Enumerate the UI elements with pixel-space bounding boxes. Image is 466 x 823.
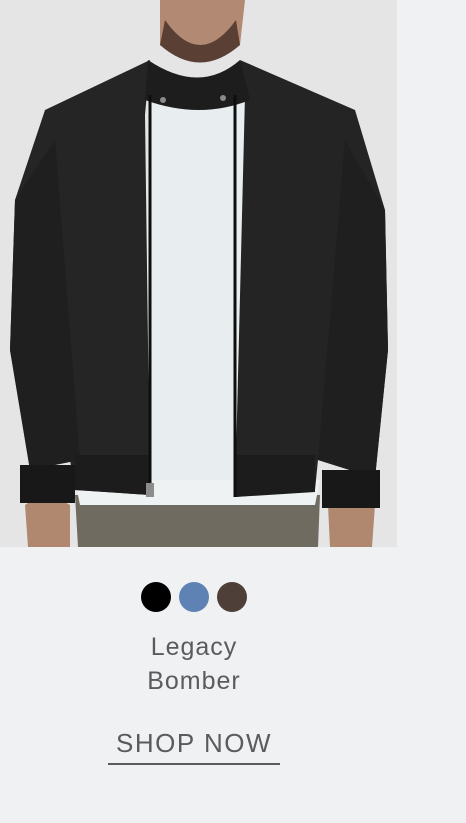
blue-swatch[interactable] — [179, 582, 209, 612]
product-name[interactable]: Legacy Bomber — [0, 630, 388, 698]
next-card-peek — [397, 0, 466, 547]
product-card: Legacy Bomber SHOP NOW — [0, 0, 466, 823]
product-image[interactable] — [0, 0, 397, 547]
shop-now-link[interactable]: SHOP NOW — [108, 728, 280, 765]
product-name-line1: Legacy — [150, 633, 238, 661]
color-swatches — [0, 582, 388, 612]
bomber-jacket-photo — [0, 0, 397, 547]
product-name-line2: Bomber — [147, 667, 241, 695]
black-swatch[interactable] — [141, 582, 171, 612]
brown-swatch[interactable] — [217, 582, 247, 612]
